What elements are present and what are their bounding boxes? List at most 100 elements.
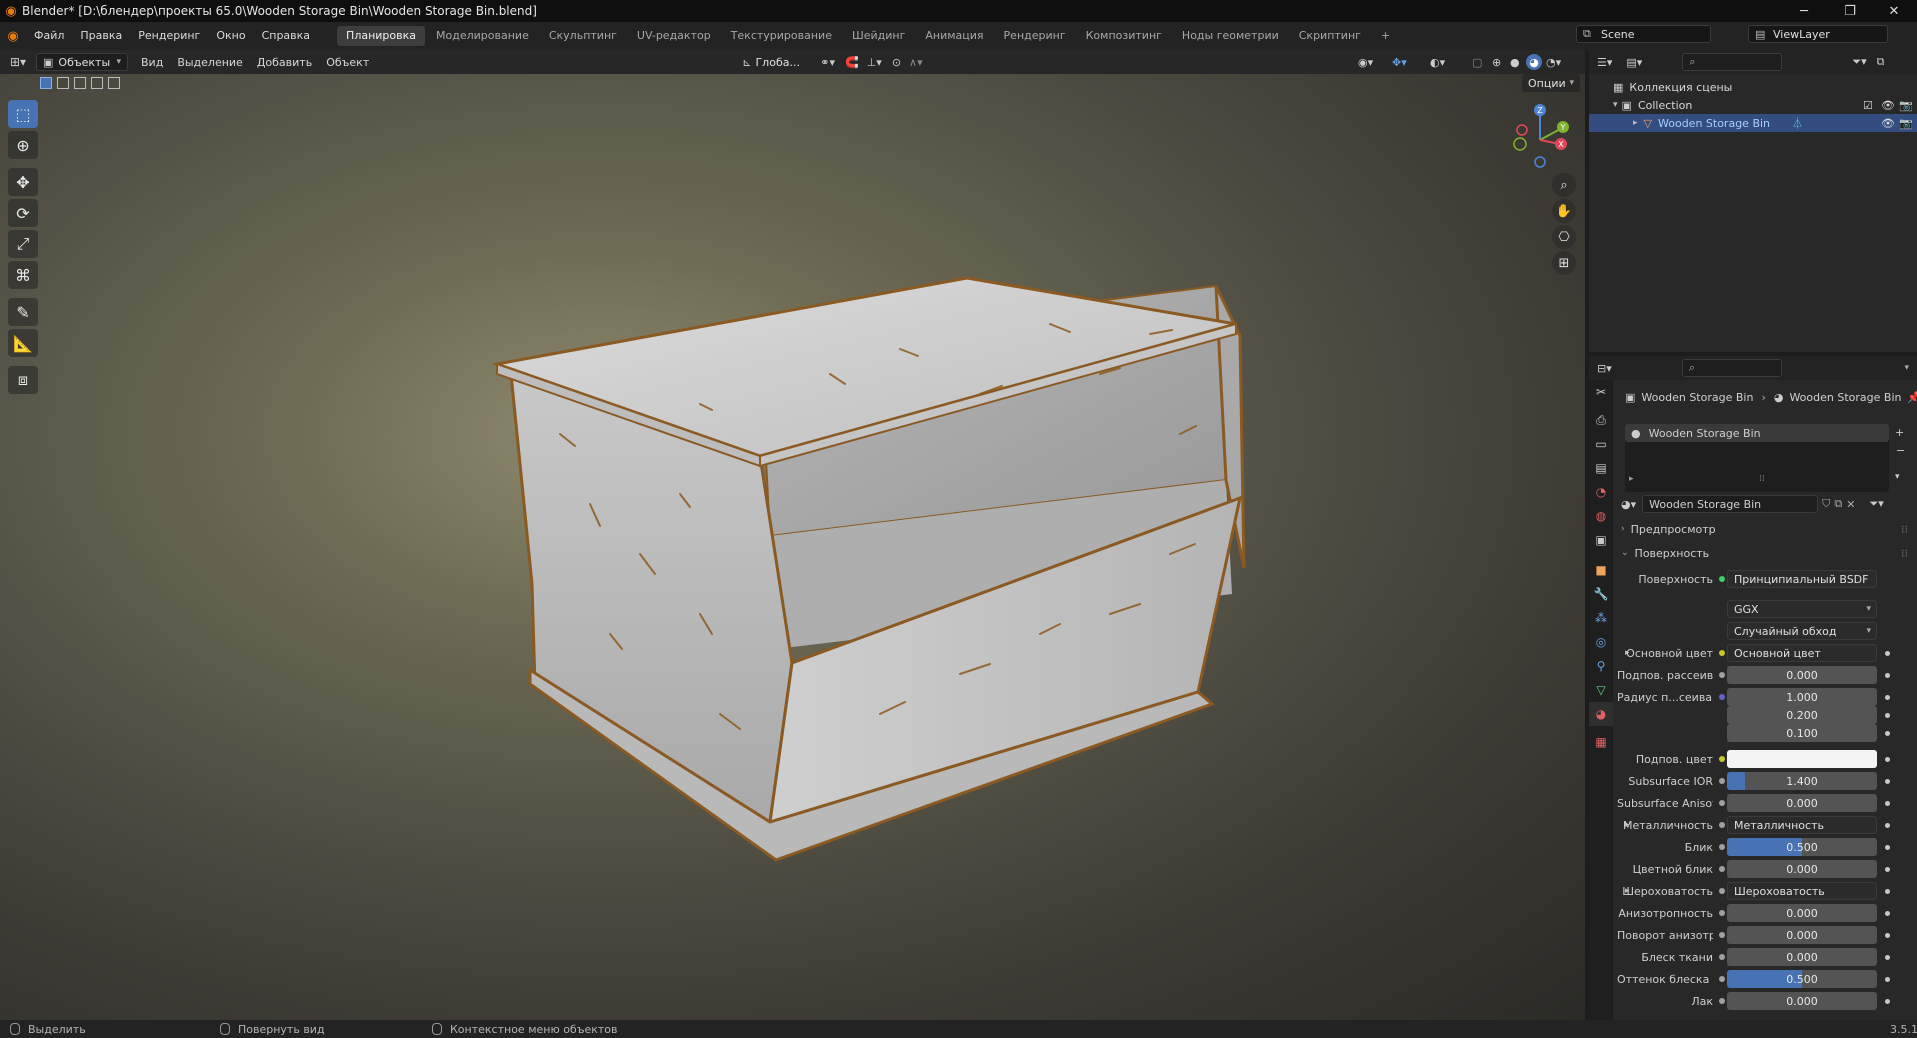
- tab-particles[interactable]: ⁂: [1589, 606, 1613, 630]
- input-socket-icon[interactable]: [1719, 778, 1725, 784]
- keyframe-dot-icon[interactable]: [1885, 999, 1890, 1004]
- tab-object[interactable]: ■: [1589, 558, 1613, 582]
- surface-shader-dropdown[interactable]: Принципиальный BSDF: [1727, 570, 1877, 588]
- 3d-viewport[interactable]: [0, 74, 1585, 1020]
- add-workspace-button[interactable]: +: [1372, 26, 1399, 46]
- linked-input-field[interactable]: Основной цвет: [1727, 644, 1877, 662]
- menu-add[interactable]: Добавить: [250, 56, 319, 69]
- linked-input-field[interactable]: Шероховатость: [1727, 882, 1877, 900]
- remove-slot-button[interactable]: −: [1896, 444, 1905, 457]
- input-socket-icon[interactable]: [1719, 756, 1725, 762]
- eye-icon[interactable]: 👁: [1881, 99, 1895, 112]
- numeric-slider-field[interactable]: 0.500: [1727, 838, 1877, 856]
- numeric-slider-field[interactable]: 1.400: [1727, 772, 1877, 790]
- keyframe-dot-icon[interactable]: [1885, 955, 1890, 960]
- numeric-slider-field[interactable]: 0.000: [1727, 794, 1877, 812]
- browse-material-icon[interactable]: ◕▾: [1621, 498, 1636, 511]
- keyframe-dot-icon[interactable]: [1885, 651, 1890, 656]
- keyframe-dot-icon[interactable]: [1885, 867, 1890, 872]
- pivot-icon[interactable]: ⚭▾: [820, 56, 835, 69]
- filter-icon[interactable]: ⏷▾: [1869, 497, 1883, 511]
- proportional-edit-icon[interactable]: ⊙: [892, 56, 901, 69]
- expand-arrow-icon[interactable]: ▸: [1633, 118, 1638, 128]
- tab-layout[interactable]: Планировка: [337, 26, 426, 46]
- outliner-search-input[interactable]: ⌕: [1682, 53, 1783, 71]
- distribution-dropdown[interactable]: GGX ▾: [1727, 600, 1877, 618]
- input-socket-icon[interactable]: [1719, 932, 1725, 938]
- menu-window[interactable]: Окно: [208, 22, 253, 50]
- tab-compositing[interactable]: Композитинг: [1077, 26, 1171, 46]
- keyframe-dot-icon[interactable]: [1885, 977, 1890, 982]
- move-tool[interactable]: ✥: [8, 168, 38, 196]
- visibility-icon[interactable]: ◉▾: [1358, 56, 1373, 69]
- input-socket-icon[interactable]: [1719, 800, 1725, 806]
- input-socket-icon[interactable]: [1719, 976, 1725, 982]
- select-invert-icon[interactable]: [91, 77, 103, 89]
- tab-uv-editing[interactable]: UV-редактор: [628, 26, 720, 46]
- drag-handle-icon[interactable]: ⁞⁞: [1901, 547, 1908, 560]
- transform-orientation-dropdown[interactable]: ⊾ Глоба...: [736, 53, 811, 71]
- linked-input-field[interactable]: Металличность: [1727, 816, 1877, 834]
- snap-icon[interactable]: 🧲: [845, 56, 859, 69]
- tab-output[interactable]: ▭: [1589, 432, 1613, 456]
- slot-menu-button[interactable]: ▾: [1895, 472, 1900, 482]
- measure-tool[interactable]: 📐: [8, 329, 38, 357]
- keyframe-dot-icon[interactable]: [1885, 801, 1890, 806]
- menu-edit[interactable]: Правка: [72, 22, 130, 50]
- numeric-slider-field[interactable]: 0.200: [1727, 706, 1877, 724]
- panel-surface-header[interactable]: ⌄ Поверхность ⁞⁞: [1621, 544, 1915, 562]
- properties-editor-type-icon[interactable]: ⊟▾: [1597, 362, 1612, 375]
- tab-modifiers[interactable]: 🔧: [1589, 582, 1613, 606]
- tab-tool[interactable]: ✂: [1589, 380, 1613, 404]
- editor-type-icon[interactable]: ⊞▾: [0, 55, 36, 69]
- menu-object[interactable]: Объект: [319, 56, 376, 69]
- tab-geometry-nodes[interactable]: Ноды геометрии: [1173, 26, 1288, 46]
- tab-data[interactable]: ▽: [1589, 678, 1613, 702]
- blender-menu-icon[interactable]: ◉: [0, 29, 26, 44]
- checkbox-icon[interactable]: ☑: [1863, 99, 1873, 112]
- add-cube-tool[interactable]: ⧈: [8, 366, 38, 394]
- drag-handle-icon[interactable]: ⁞⁞: [1901, 523, 1908, 536]
- numeric-slider-field[interactable]: 0.000: [1727, 948, 1877, 966]
- keyframe-dot-icon[interactable]: [1885, 845, 1890, 850]
- snap-target-icon[interactable]: ⊥▾: [867, 56, 882, 69]
- mode-selector[interactable]: ▣ Объекты ▾: [36, 53, 128, 71]
- tab-sculpting[interactable]: Скульптинг: [540, 26, 626, 46]
- input-socket-icon[interactable]: [1719, 822, 1725, 828]
- tab-animation[interactable]: Анимация: [916, 26, 992, 46]
- subsurface-method-dropdown[interactable]: Случайный обход ▾: [1727, 622, 1877, 640]
- navigation-gizmo[interactable]: Z Y X: [1500, 100, 1580, 180]
- menu-render[interactable]: Рендеринг: [130, 22, 208, 50]
- numeric-slider-field[interactable]: 0.000: [1727, 992, 1877, 1010]
- new-collection-icon[interactable]: ⧉: [1877, 55, 1885, 69]
- eye-icon[interactable]: 👁: [1881, 117, 1895, 130]
- scale-tool[interactable]: ⤢: [8, 230, 38, 258]
- outliner-scene-collection[interactable]: ▦ Коллекция сцены: [1589, 78, 1917, 96]
- tab-collection[interactable]: ▣: [1589, 528, 1613, 552]
- view-layer-selector[interactable]: ▤ ViewLayer: [1748, 25, 1888, 43]
- keyframe-dot-icon[interactable]: [1885, 695, 1890, 700]
- select-extend-icon[interactable]: [57, 77, 69, 89]
- fake-user-icon[interactable]: ⛉: [1822, 497, 1830, 511]
- tab-texture[interactable]: ▦: [1589, 730, 1613, 754]
- select-box-tool[interactable]: ⬚: [8, 100, 38, 128]
- tab-constraints[interactable]: ⚲: [1589, 654, 1613, 678]
- keyframe-dot-icon[interactable]: [1885, 757, 1890, 762]
- outliner-editor-type-icon[interactable]: ☰▾: [1597, 56, 1612, 69]
- wireframe-shading-icon[interactable]: ⊕: [1492, 56, 1501, 69]
- duplicate-icon[interactable]: ⧉: [1834, 497, 1842, 511]
- keyframe-dot-icon[interactable]: [1885, 933, 1890, 938]
- outliner-collection-row[interactable]: ▾ ▣ Collection ☑ 👁 📷: [1589, 96, 1917, 114]
- scene-selector[interactable]: ⧉ Scene: [1576, 25, 1711, 43]
- material-slot-item[interactable]: ● Wooden Storage Bin: [1625, 424, 1889, 442]
- options-dropdown[interactable]: Опции ▾: [1522, 74, 1580, 92]
- input-socket-icon[interactable]: [1719, 672, 1725, 678]
- menu-file[interactable]: Файл: [26, 22, 72, 50]
- camera-render-icon[interactable]: 📷: [1899, 117, 1913, 130]
- annotate-tool[interactable]: ✎: [8, 298, 38, 326]
- numeric-slider-field[interactable]: 1.000: [1727, 688, 1877, 706]
- color-swatch-field[interactable]: [1727, 750, 1877, 768]
- tab-material[interactable]: ◕: [1589, 702, 1613, 726]
- input-socket-icon[interactable]: [1719, 844, 1725, 850]
- tab-scene[interactable]: ◔: [1589, 480, 1613, 504]
